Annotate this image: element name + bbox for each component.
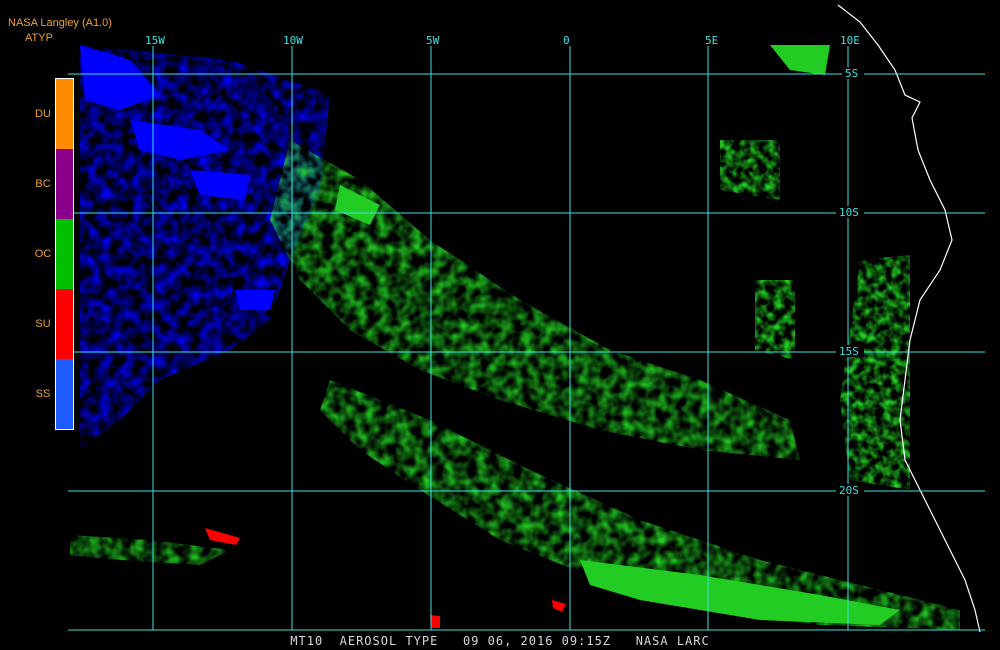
lat-label-15s: 15S bbox=[839, 345, 859, 358]
lon-label-0: 0 bbox=[563, 34, 570, 47]
lon-label-10w: 10W bbox=[283, 34, 303, 47]
lon-label-10e: 10E bbox=[840, 34, 860, 47]
legend-label-du: DU bbox=[35, 108, 51, 120]
legend-swatch-su bbox=[56, 289, 73, 359]
legend-swatch-bc bbox=[56, 149, 73, 219]
legend-label-su: SU bbox=[35, 318, 51, 330]
longitude-labels: 15W 10W 5W 0 5E 10E bbox=[140, 34, 864, 47]
aerosol-map: 15W 10W 5W 0 5E 10E 5S 10S 15S 20S bbox=[68, 4, 985, 633]
legend-label-oc: OC bbox=[34, 248, 52, 260]
legend-label-ss: SS bbox=[35, 388, 51, 400]
legend-label-bc: BC bbox=[35, 178, 51, 190]
legend-swatch-oc bbox=[56, 219, 73, 289]
lon-label-15w: 15W bbox=[145, 34, 165, 47]
lon-label-5w: 5W bbox=[426, 34, 440, 47]
legend-swatch-du bbox=[56, 79, 73, 149]
footer-caption: MT10 AEROSOL TYPE 09 06, 2016 09:15Z NAS… bbox=[290, 634, 710, 648]
legend-swatch-ss bbox=[56, 359, 73, 429]
lat-label-10s: 10S bbox=[839, 206, 859, 219]
lat-label-5s: 5S bbox=[845, 67, 858, 80]
source-title: NASA Langley (A1.0) bbox=[8, 17, 112, 29]
product-title: ATYP bbox=[25, 32, 53, 44]
lat-label-20s: 20S bbox=[839, 484, 859, 497]
lon-label-5e: 5E bbox=[705, 34, 718, 47]
